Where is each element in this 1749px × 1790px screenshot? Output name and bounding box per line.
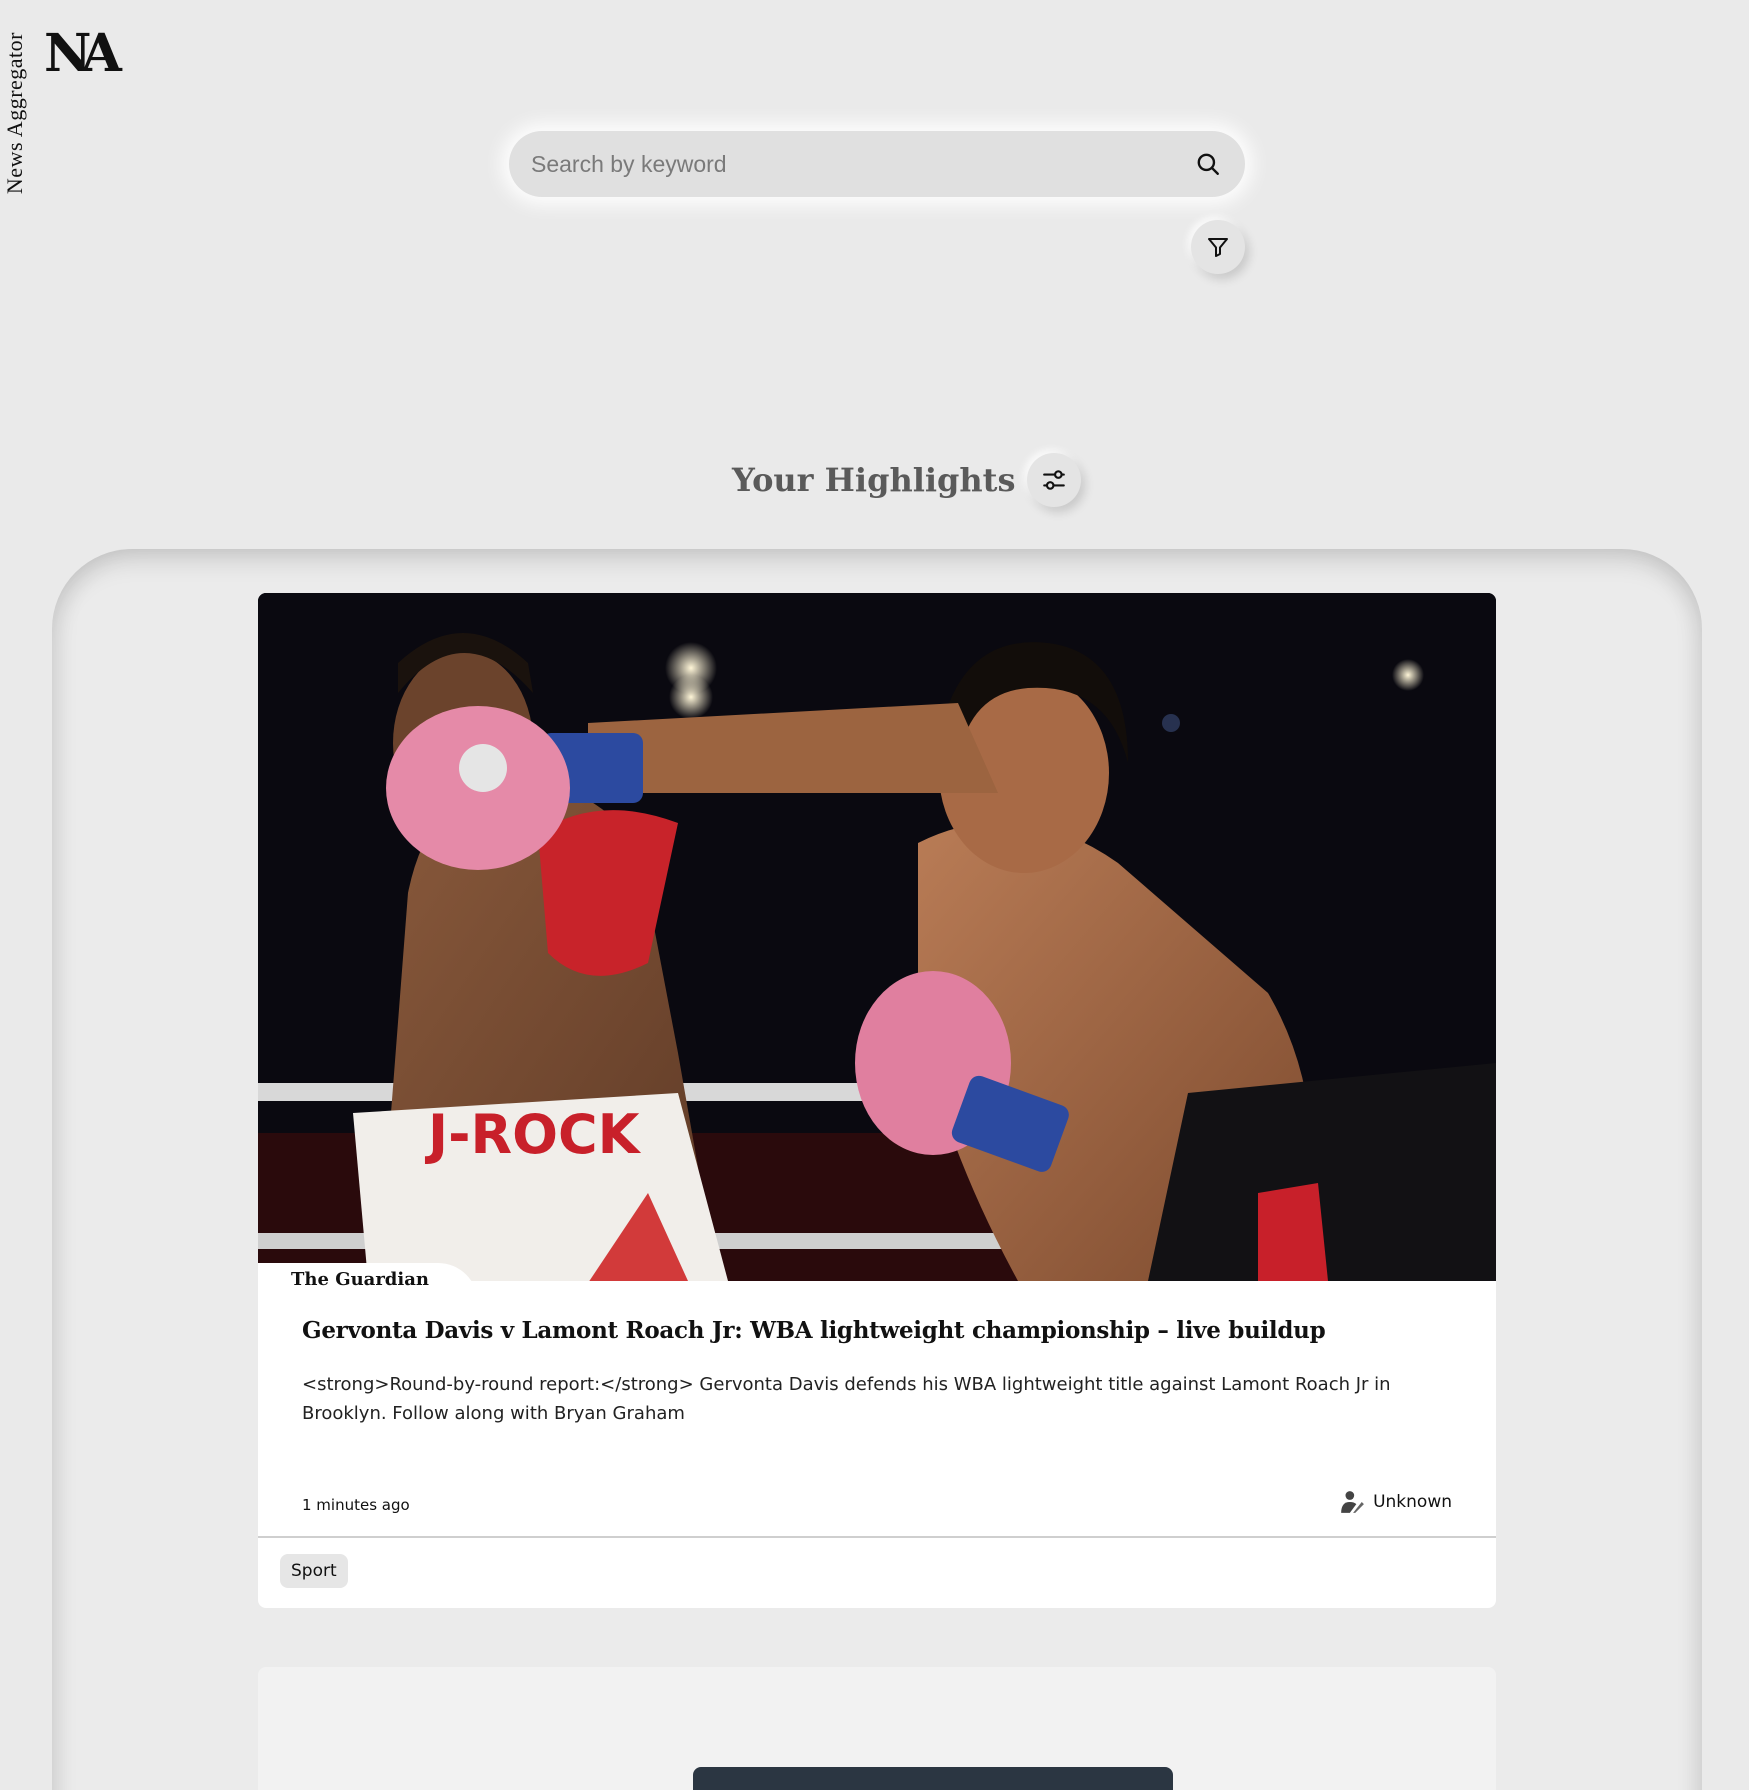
highlights-title: Your Highlights <box>732 461 1016 499</box>
article-card[interactable]: J-ROCK The Guardian Gervonta Davis v Lam… <box>258 593 1496 1608</box>
sliders-icon <box>1043 470 1066 490</box>
highlights-settings-button[interactable] <box>1027 453 1082 507</box>
app-name: News Aggregator <box>2 32 27 195</box>
article-card-placeholder[interactable] <box>258 1667 1496 1790</box>
category-tag[interactable]: Sport <box>280 1554 348 1588</box>
page: News Aggregator NA Your Highlights <box>0 0 1749 1790</box>
highlights-heading: Your Highlights <box>732 453 1082 507</box>
article-author-name: Unknown <box>1373 1492 1452 1512</box>
article-image[interactable]: J-ROCK <box>258 593 1496 1281</box>
search-bar <box>509 131 1245 197</box>
trunks-text: J-ROCK <box>424 1103 642 1166</box>
article-description: <strong>Round-by-round report:</strong> … <box>302 1374 1391 1424</box>
author-icon <box>1341 1491 1364 1513</box>
search-icon <box>1197 153 1219 175</box>
filter-button[interactable] <box>1191 220 1245 274</box>
card-divider <box>258 1536 1496 1538</box>
article-image-placeholder <box>693 1767 1173 1790</box>
logo[interactable]: NA <box>44 28 122 80</box>
article-source: The Guardian <box>258 1263 478 1303</box>
article-author: Unknown <box>1339 1482 1452 1522</box>
article-time: 1 minutes ago <box>302 1496 410 1514</box>
article-title[interactable]: Gervonta Davis v Lamont Roach Jr: WBA li… <box>302 1317 1452 1344</box>
search-button[interactable] <box>1193 149 1223 179</box>
search-input[interactable] <box>531 150 1193 178</box>
filter-icon <box>1208 238 1228 257</box>
boxing-photo: J-ROCK <box>258 593 1496 1281</box>
